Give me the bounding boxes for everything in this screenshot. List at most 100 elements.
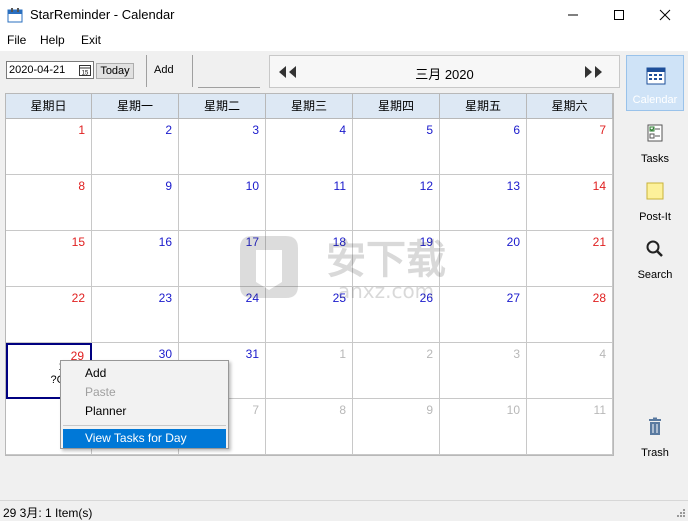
day-cell[interactable]: 10 (179, 175, 266, 231)
weekday-header: 星期四 (353, 94, 440, 119)
day-cell[interactable]: 11 (527, 399, 613, 455)
day-cell[interactable]: 8 (266, 399, 353, 455)
next-year-button[interactable] (584, 65, 610, 82)
day-cell[interactable]: 21 (527, 231, 613, 287)
day-number: 8 (78, 179, 85, 193)
day-number: 11 (593, 403, 606, 417)
context-menu: Add Paste Planner View Tasks for Day (60, 360, 229, 449)
month-navigator: 三月 2020 (269, 55, 620, 88)
sidebar-item-calendar[interactable]: Calendar (626, 55, 684, 111)
day-cell[interactable]: 1 (6, 119, 92, 175)
day-number: 4 (339, 123, 346, 137)
day-cell[interactable]: 9 (353, 399, 440, 455)
day-cell[interactable]: 10 (440, 399, 527, 455)
weekday-header: 星期五 (440, 94, 527, 119)
sidebar-item-label: Trash (641, 447, 669, 459)
day-cell[interactable]: 4 (527, 343, 613, 399)
toolbar-separator (146, 55, 147, 87)
day-cell[interactable]: 9 (92, 175, 179, 231)
day-number: 8 (339, 403, 346, 417)
status-bar: 29 3月: 1 Item(s) (0, 500, 688, 520)
watermark-subtext: anxz.com (338, 279, 434, 303)
day-number: 3 (513, 347, 520, 361)
weekday-header: 星期三 (266, 94, 353, 119)
day-cell[interactable]: 23 (92, 287, 179, 343)
day-cell[interactable]: 5 (353, 119, 440, 175)
menu-file[interactable]: File (7, 33, 26, 47)
day-cell[interactable]: 11 (266, 175, 353, 231)
sidebar-item-label: Search (637, 269, 673, 281)
day-number: 4 (599, 347, 606, 361)
day-number: 9 (165, 179, 172, 193)
day-cell[interactable]: 6 (440, 119, 527, 175)
today-button[interactable]: Today (96, 63, 134, 79)
weekday-header: 星期日 (6, 94, 92, 119)
context-menu-add[interactable]: Add (63, 364, 226, 383)
day-cell[interactable]: 8 (6, 175, 92, 231)
day-number: 7 (599, 123, 606, 137)
sidebar-item-tasks[interactable]: Tasks (626, 113, 684, 169)
date-value: 2020-04-21 (9, 64, 66, 76)
trash-icon (649, 417, 661, 435)
menu-exit[interactable]: Exit (81, 33, 101, 47)
calendar-dropdown-icon[interactable]: 15 (79, 64, 91, 76)
day-number: 1 (339, 347, 346, 361)
day-number: 6 (513, 123, 520, 137)
day-cell[interactable]: 14 (527, 175, 613, 231)
day-number: 2 (426, 347, 433, 361)
search-icon (646, 240, 663, 257)
day-cell[interactable]: 2 (92, 119, 179, 175)
add-button[interactable]: Add (154, 64, 174, 76)
day-number: 13 (506, 179, 520, 193)
sidebar-item-label: Post-It (639, 211, 671, 223)
day-cell[interactable]: 4 (266, 119, 353, 175)
sidebar-item-search[interactable]: Search (626, 229, 684, 285)
close-icon (659, 9, 671, 21)
maximize-button[interactable] (596, 0, 642, 30)
day-cell[interactable]: 12 (353, 175, 440, 231)
day-cell[interactable]: 22 (6, 287, 92, 343)
maximize-icon (614, 10, 624, 20)
day-number: 21 (592, 235, 606, 249)
day-cell[interactable]: 3 (440, 343, 527, 399)
toolbar-separator (192, 55, 193, 87)
day-cell[interactable]: 3 (179, 119, 266, 175)
minimize-button[interactable] (550, 0, 596, 30)
day-cell[interactable]: 7 (527, 119, 613, 175)
weekday-header: 星期六 (527, 94, 613, 119)
sidebar-item-trash[interactable]: Trash (626, 407, 684, 463)
resize-grip-icon[interactable] (676, 508, 686, 518)
day-cell[interactable]: 1 (266, 343, 353, 399)
date-picker[interactable]: 2020-04-21 15 (6, 61, 94, 79)
day-number: 16 (158, 235, 172, 249)
watermark-text: 安下载 (326, 237, 446, 283)
weekday-header: 星期二 (179, 94, 266, 119)
day-cell[interactable]: 2 (353, 343, 440, 399)
status-text: 29 3月: 1 Item(s) (3, 506, 93, 520)
day-number: 12 (419, 179, 433, 193)
day-number: 28 (592, 291, 606, 305)
day-cell[interactable]: 16 (92, 231, 179, 287)
sidebar-item-post-it[interactable]: Post-It (626, 171, 684, 227)
watermark-logo: 安下载 anxz.com (240, 236, 446, 303)
context-menu-view-tasks[interactable]: View Tasks for Day (63, 429, 226, 448)
day-number: 20 (506, 235, 520, 249)
close-button[interactable] (642, 0, 688, 30)
day-number: 3 (252, 123, 259, 137)
day-number: 5 (426, 123, 433, 137)
day-number: 30 (158, 347, 172, 361)
day-number: 9 (426, 403, 433, 417)
day-number: 23 (158, 291, 172, 305)
menu-help[interactable]: Help (40, 33, 65, 47)
menu-bar: File Help Exit (0, 30, 688, 51)
month-title: 三月 2020 (415, 67, 474, 82)
double-right-arrow-icon (585, 66, 602, 78)
day-cell[interactable]: 28 (527, 287, 613, 343)
day-cell[interactable]: 13 (440, 175, 527, 231)
weekday-header: 星期一 (92, 94, 179, 119)
day-number: 14 (592, 179, 606, 193)
day-cell[interactable]: 15 (6, 231, 92, 287)
context-menu-planner[interactable]: Planner (63, 402, 226, 421)
tasks-icon (647, 124, 663, 142)
sidebar-item-label: Calendar (632, 94, 678, 106)
